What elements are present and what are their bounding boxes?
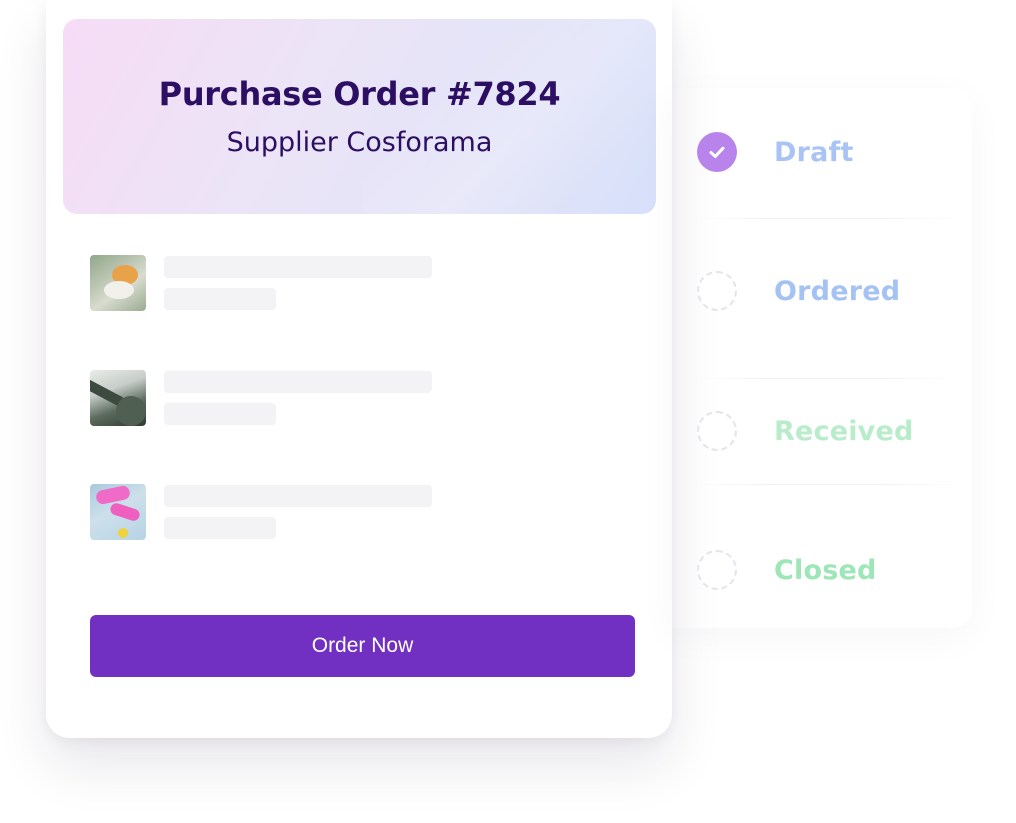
thumbnail-detail xyxy=(94,484,132,506)
status-divider xyxy=(690,218,960,219)
thumbnail-detail xyxy=(104,281,134,299)
product-thumbnail xyxy=(90,370,146,426)
status-label: Received xyxy=(774,415,914,447)
item-name-placeholder xyxy=(164,256,432,278)
status-label: Ordered xyxy=(774,275,901,307)
item-name-placeholder xyxy=(164,485,432,507)
check-circle-icon xyxy=(697,132,737,172)
status-divider xyxy=(690,378,960,379)
order-title: Purchase Order #7824 xyxy=(158,75,561,113)
thumbnail-detail xyxy=(116,396,146,426)
purchase-order-card: Purchase Order #7824 Supplier Cosforama xyxy=(46,0,672,738)
status-step-ordered: Ordered xyxy=(697,269,957,313)
header-highlight xyxy=(363,19,656,214)
product-thumbnail xyxy=(90,484,146,540)
status-label: Closed xyxy=(774,554,877,586)
item-detail-placeholder xyxy=(164,403,276,425)
order-line-item[interactable] xyxy=(90,369,610,427)
checkmark-icon xyxy=(709,146,725,158)
status-label: Draft xyxy=(774,136,854,168)
thumbnail-detail xyxy=(118,528,128,538)
status-step-received: Received xyxy=(697,409,957,453)
supplier-name: Supplier Cosforama xyxy=(226,127,493,158)
pending-circle-icon xyxy=(697,550,737,590)
item-detail-placeholder xyxy=(164,288,276,310)
status-step-draft: Draft xyxy=(697,130,957,174)
status-divider xyxy=(690,484,960,485)
order-now-button[interactable]: Order Now xyxy=(90,615,635,677)
status-step-closed: Closed xyxy=(697,548,957,592)
pending-circle-icon xyxy=(697,271,737,311)
item-name-placeholder xyxy=(164,371,432,393)
product-thumbnail xyxy=(90,255,146,311)
order-line-item[interactable] xyxy=(90,254,610,312)
pending-circle-icon xyxy=(697,411,737,451)
purchase-order-illustration: Purchase Order #7824 Supplier Cosforama xyxy=(0,0,1016,823)
order-header: Purchase Order #7824 Supplier Cosforama xyxy=(63,19,656,214)
order-line-item[interactable] xyxy=(90,483,610,541)
item-detail-placeholder xyxy=(164,517,276,539)
thumbnail-detail xyxy=(108,501,142,523)
